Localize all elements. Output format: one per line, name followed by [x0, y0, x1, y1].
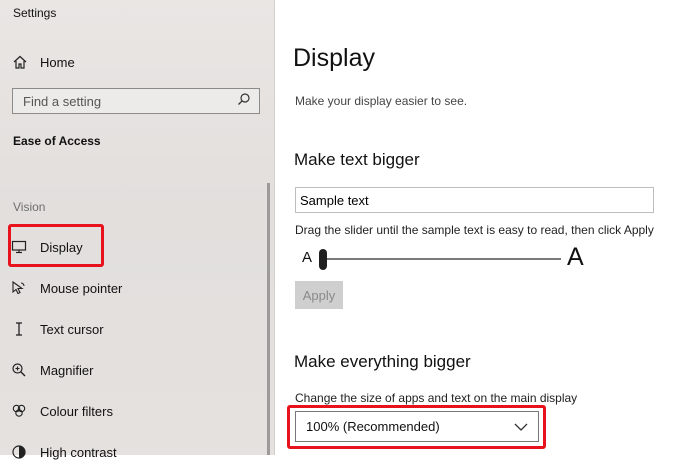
apply-button[interactable]: Apply — [295, 281, 343, 309]
search-input[interactable]: Find a setting — [12, 88, 260, 114]
section-heading-text-bigger: Make text bigger — [294, 150, 420, 169]
mouse-pointer-icon — [10, 280, 28, 296]
text-cursor-icon — [10, 321, 28, 337]
sidebar-scrollbar[interactable] — [267, 183, 270, 455]
main-panel: Display Make your display easier to see.… — [276, 0, 690, 455]
app-title: Settings — [13, 6, 57, 20]
search-icon[interactable] — [237, 92, 251, 111]
sidebar-item-text-cursor[interactable]: Text cursor — [0, 317, 270, 341]
sidebar-item-label: Text cursor — [40, 321, 104, 337]
slider-thumb[interactable] — [319, 249, 327, 270]
sidebar-item-colour-filters[interactable]: Colour filters — [0, 399, 270, 423]
sidebar-item-magnifier[interactable]: Magnifier — [0, 358, 270, 382]
slider-max-label: A — [567, 243, 584, 271]
selection-highlight — [8, 224, 104, 267]
colour-filters-icon — [10, 403, 28, 419]
slider-hint: Drag the slider until the sample text is… — [295, 223, 654, 237]
sidebar-item-label: Magnifier — [40, 362, 94, 378]
section-title: Ease of Access — [13, 134, 101, 148]
sidebar-item-mouse-pointer[interactable]: Mouse pointer — [0, 276, 270, 300]
home-icon — [10, 54, 30, 70]
home-nav-item[interactable]: Home — [10, 51, 75, 73]
search-placeholder: Find a setting — [23, 93, 102, 109]
dropdown-highlight — [287, 405, 546, 449]
group-label-vision: Vision — [13, 200, 46, 214]
page-title: Display — [293, 44, 375, 72]
magnifier-icon — [10, 362, 28, 378]
scale-description: Change the size of apps and text on the … — [295, 391, 578, 405]
text-size-slider[interactable] — [321, 258, 561, 260]
sidebar: Settings Home Find a setting Ease of Acc… — [0, 0, 275, 460]
home-label: Home — [40, 54, 75, 70]
section-heading-everything-bigger: Make everything bigger — [294, 352, 471, 371]
sidebar-item-label: Mouse pointer — [40, 280, 123, 296]
slider-min-label: A — [302, 249, 313, 266]
sidebar-item-label: Colour filters — [40, 403, 113, 419]
sample-text-box: Sample text — [295, 187, 654, 213]
sidebar-item-high-contrast[interactable]: High contrast — [0, 440, 270, 464]
high-contrast-icon — [10, 444, 28, 460]
page-description: Make your display easier to see. — [295, 94, 468, 108]
sidebar-item-label: High contrast — [40, 444, 117, 460]
